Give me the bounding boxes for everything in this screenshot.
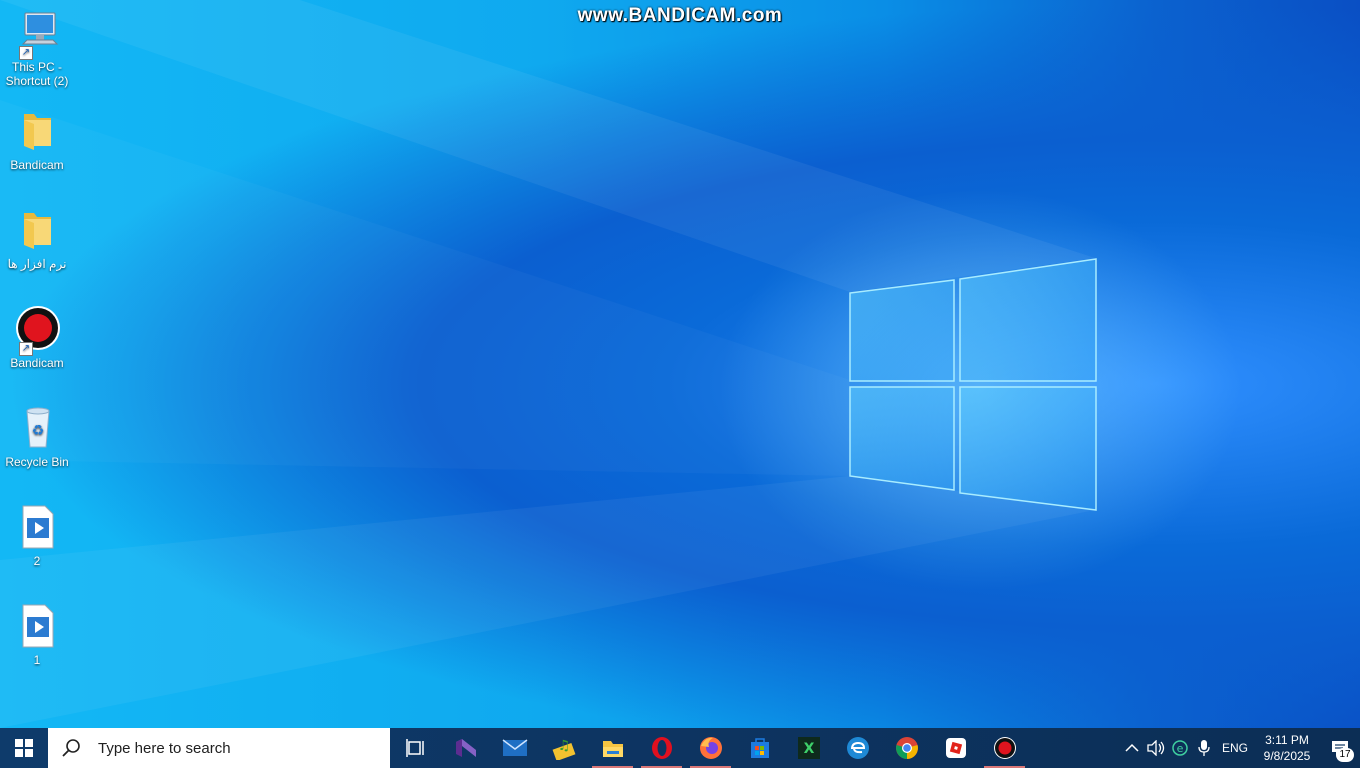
- speaker-icon: [1147, 740, 1165, 756]
- taskbar: Type here to search ♫ X e ENG 3:11 PM 9/…: [0, 728, 1360, 768]
- taskbar-app-firefox[interactable]: [686, 728, 735, 768]
- taskbar-search-box[interactable]: Type here to search: [48, 728, 390, 768]
- clock[interactable]: 3:11 PM 9/8/2025: [1254, 728, 1320, 768]
- svg-text:♫: ♫: [557, 738, 570, 754]
- desktop-icon-label: Recycle Bin: [5, 455, 69, 469]
- bandicam-watermark: www.BANDICAM.com: [577, 5, 783, 26]
- taskbar-app-roblox[interactable]: [931, 728, 980, 768]
- taskbar-app-visual-studio[interactable]: [441, 728, 490, 768]
- desktop-icon-video-2[interactable]: 2: [2, 504, 72, 568]
- show-hidden-icons-button[interactable]: [1120, 728, 1144, 768]
- system-tray: e ENG 3:11 PM 9/8/2025 17: [1120, 728, 1360, 768]
- desktop-icon-label: نرم افزار ها: [7, 257, 67, 271]
- taskbar-app-mail[interactable]: [490, 728, 539, 768]
- folder-icon: [13, 108, 61, 156]
- volume-button[interactable]: [1144, 728, 1168, 768]
- edge-icon: [846, 737, 869, 759]
- notification-center-button[interactable]: 17: [1320, 728, 1360, 768]
- taskbar-app-music[interactable]: ♫: [539, 728, 588, 768]
- video-file-icon: [13, 603, 61, 651]
- desktop-icon-bandicam-folder[interactable]: Bandicam: [2, 108, 72, 172]
- shortcut-arrow-icon: ↗: [19, 342, 33, 356]
- taskbar-app-bandicam[interactable]: [980, 728, 1029, 768]
- desktop-icon-video-1[interactable]: 1: [2, 603, 72, 667]
- desktop-icon-this-pc[interactable]: ↗ This PC - Shortcut (2): [2, 10, 72, 88]
- file-explorer-icon: [602, 741, 623, 757]
- notification-count-badge: 17: [1336, 748, 1354, 762]
- desktop-icon-label: Bandicam: [10, 356, 64, 370]
- microphone-button[interactable]: [1192, 728, 1216, 768]
- shortcut-arrow-icon: ↗: [19, 46, 33, 60]
- desktop-icon-bandicam-app[interactable]: ↗ Bandicam: [2, 306, 72, 370]
- visual-studio-icon: [455, 739, 476, 757]
- windows-logo: [849, 258, 1097, 511]
- taskbar-app-file-explorer[interactable]: [588, 728, 637, 768]
- svg-text:♻: ♻: [32, 423, 45, 439]
- folder-icon: [13, 207, 61, 255]
- music-app-icon: ♫: [552, 738, 575, 760]
- svg-text:e: e: [1177, 742, 1184, 755]
- clock-date: 9/8/2025: [1263, 749, 1311, 763]
- taskbar-app-chrome[interactable]: [882, 728, 931, 768]
- desktop-icon-recycle-bin[interactable]: ♻ Recycle Bin: [2, 405, 72, 469]
- bandicam-icon: [993, 737, 1016, 759]
- desktop-icon-label: Bandicam: [10, 158, 64, 172]
- chevron-up-icon: [1125, 743, 1139, 752]
- tray-app-button[interactable]: e: [1168, 728, 1192, 768]
- taskbar-app-store[interactable]: [735, 728, 784, 768]
- roblox-icon: [945, 738, 966, 758]
- svg-text:X: X: [803, 741, 814, 757]
- taskbar-app-edge[interactable]: [833, 728, 882, 768]
- clock-time: 3:11 PM: [1265, 733, 1309, 747]
- wallpaper: [0, 0, 1240, 728]
- computer-icon: ↗: [13, 10, 61, 60]
- windows-start-icon: [15, 739, 33, 757]
- desktop-icon-label: This PC -: [11, 60, 62, 74]
- opera-icon: [651, 737, 672, 759]
- excel-like-icon: X: [797, 737, 820, 759]
- desktop-icon-label: Shortcut (2): [5, 74, 69, 88]
- bandicam-record-icon: ↗: [13, 306, 61, 356]
- desktop-icon-label: 2: [33, 554, 41, 568]
- microsoft-store-icon: [750, 738, 769, 758]
- video-file-icon: [13, 504, 61, 552]
- search-placeholder: Type here to search: [98, 739, 231, 757]
- task-view-icon: [405, 739, 424, 757]
- firefox-icon: [699, 737, 722, 759]
- desktop-icon-label: 1: [33, 653, 41, 667]
- recycle-bin-icon: ♻: [13, 405, 61, 453]
- chrome-icon: [895, 737, 918, 759]
- mail-icon: [502, 739, 527, 756]
- desktop-icon-software-folder[interactable]: نرم افزار ها: [2, 207, 72, 271]
- search-icon: [62, 739, 80, 757]
- task-view-button[interactable]: [392, 728, 441, 768]
- language-indicator[interactable]: ENG: [1216, 728, 1254, 768]
- taskbar-app-spreadsheet[interactable]: X: [784, 728, 833, 768]
- microphone-icon: [1198, 740, 1210, 756]
- start-button[interactable]: [0, 728, 48, 768]
- tray-e-icon: e: [1172, 740, 1188, 756]
- taskbar-app-opera[interactable]: [637, 728, 686, 768]
